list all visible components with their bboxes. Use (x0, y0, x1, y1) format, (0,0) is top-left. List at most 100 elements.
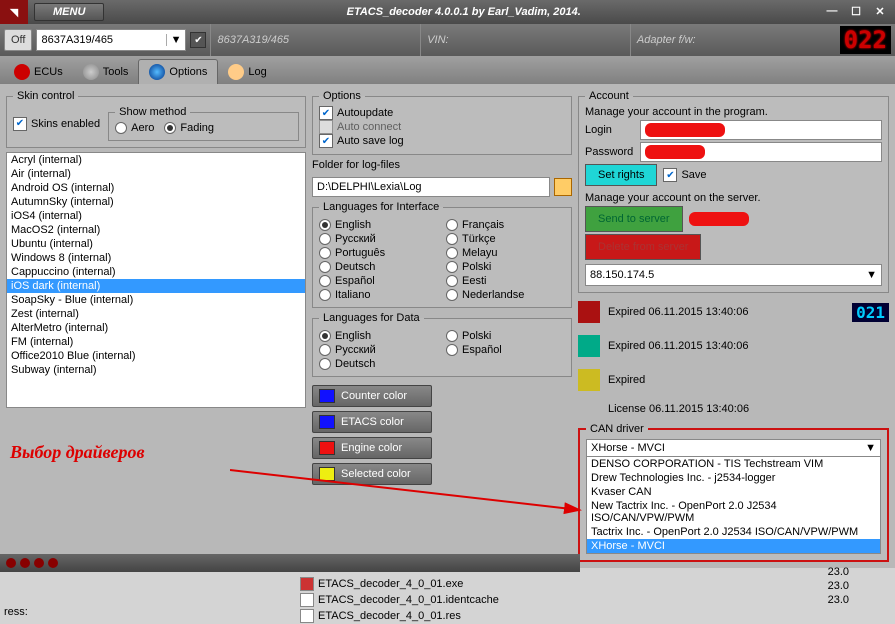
lang-radio[interactable]: Français (446, 219, 565, 231)
part-label: 8637A319/465 (210, 24, 416, 56)
skin-control-group: Skin control ✔Skins enabled Show method … (6, 90, 306, 148)
maximize-button[interactable]: ☐ (847, 5, 865, 19)
can-option[interactable]: New Tactrix Inc. - OpenPort 2.0 J2534 IS… (587, 499, 880, 525)
status-dot-icon (6, 558, 16, 568)
status-dot-icon (48, 558, 58, 568)
skin-list-item[interactable]: iOS dark (internal) (7, 279, 305, 293)
lang-radio[interactable]: Deutsch (319, 358, 438, 370)
skin-list[interactable]: Acryl (internal)Air (internal)Android OS… (6, 152, 306, 408)
file-icon (300, 609, 314, 623)
lang-radio[interactable]: Português (319, 247, 438, 259)
file-name[interactable]: ETACS_decoder_4_0_01.exe (318, 578, 463, 590)
lang-radio[interactable]: Русский (319, 344, 438, 356)
aero-radio[interactable]: Aero (115, 122, 154, 134)
etacs-color-button[interactable]: ETACS color (312, 411, 432, 433)
skin-legend: Skin control (13, 90, 78, 102)
account-info: Manage your account in the program. (585, 106, 882, 118)
skin-list-item[interactable]: AutumnSky (internal) (7, 195, 305, 209)
lang-radio[interactable]: Türkçe (446, 233, 565, 245)
skin-list-item[interactable]: SoapSky - Blue (internal) (7, 293, 305, 307)
off-button[interactable]: Off (4, 29, 32, 51)
can-option[interactable]: XHorse - MVCI (587, 539, 880, 553)
close-button[interactable]: ✕ (871, 5, 889, 19)
send-server-button[interactable]: Send to server (585, 206, 683, 232)
skin-list-item[interactable]: Cappuccino (internal) (7, 265, 305, 279)
lang-radio[interactable]: Eesti (446, 275, 565, 287)
lang-radio[interactable]: Polski (446, 330, 565, 342)
ip-combo[interactable]: 88.150.174.5▼ (585, 264, 882, 286)
lang-radio[interactable]: Italiano (319, 289, 438, 301)
menu-button[interactable]: MENU (34, 3, 104, 21)
app-logo-icon: ◥ (0, 0, 28, 24)
counter-display: 022 (840, 26, 891, 54)
skin-list-item[interactable]: AlterMetro (internal) (7, 321, 305, 335)
engine-color-button[interactable]: Engine color (312, 437, 432, 459)
autoconnect-checkbox: Auto connect (319, 120, 565, 134)
file-icon (300, 593, 314, 607)
can-option[interactable]: Kvaser CAN (587, 485, 880, 499)
skin-list-item[interactable]: Windows 8 (internal) (7, 251, 305, 265)
show-method-group: Show method Aero Fading (108, 106, 299, 141)
adapter-label: Adapter f/w: (630, 24, 836, 56)
can-option[interactable]: DENSO CORPORATION - TIS Techstream VIM (587, 457, 880, 471)
autosave-checkbox[interactable]: ✔Auto save log (319, 134, 565, 148)
tab-log[interactable]: Log (218, 60, 276, 84)
save-checkbox[interactable]: ✔Save (663, 168, 706, 182)
tab-tools[interactable]: Tools (73, 60, 139, 84)
fading-radio[interactable]: Fading (164, 122, 214, 134)
skin-list-item[interactable]: Zest (internal) (7, 307, 305, 321)
minimize-button[interactable]: — (823, 5, 841, 19)
skins-enabled-checkbox[interactable]: ✔Skins enabled (13, 106, 100, 141)
lang-radio[interactable]: Deutsch (319, 261, 438, 273)
can-driver-group: CAN driver XHorse - MVCI▼ DENSO CORPORAT… (578, 423, 889, 562)
lang-radio[interactable]: English (319, 219, 438, 231)
status-dot-icon (34, 558, 44, 568)
lang-interface-group: Languages for Interface EnglishFrançaisР… (312, 201, 572, 308)
folder-input[interactable]: D:\DELPHI\Lexia\Log (312, 177, 550, 197)
lang-radio[interactable]: Русский (319, 233, 438, 245)
lang-radio[interactable]: Melayu (446, 247, 565, 259)
skin-list-item[interactable]: Android OS (internal) (7, 181, 305, 195)
status-icon (578, 335, 600, 357)
set-rights-button[interactable]: Set rights (585, 164, 657, 186)
login-input[interactable] (640, 120, 882, 140)
autoupdate-checkbox[interactable]: ✔Autoupdate (319, 106, 565, 120)
server-info: Manage your account on the server. (585, 192, 882, 204)
skin-list-item[interactable]: Ubuntu (internal) (7, 237, 305, 251)
lang-radio[interactable]: English (319, 330, 438, 342)
lang-radio[interactable]: Polski (446, 261, 565, 273)
part-checkbox[interactable]: ✔ (190, 32, 206, 48)
password-input[interactable] (640, 142, 882, 162)
can-driver-dropdown[interactable]: XHorse - MVCI ▼ DENSO CORPORATION - TIS T… (586, 439, 881, 554)
skin-list-item[interactable]: Subway (internal) (7, 363, 305, 377)
annotation-text: Выбор драйверов (6, 412, 306, 467)
chevron-down-icon: ▼ (866, 269, 877, 281)
file-name[interactable]: ETACS_decoder_4_0_01.res (318, 610, 461, 622)
options-group: Options ✔Autoupdate Auto connect ✔Auto s… (312, 90, 572, 155)
tab-options[interactable]: Options (138, 59, 218, 84)
can-option[interactable]: Tactrix Inc. - OpenPort 2.0 J2534 ISO/CA… (587, 525, 880, 539)
delete-server-button[interactable]: Delete from server (585, 234, 701, 260)
lang-data-group: Languages for Data EnglishPolskiРусскийE… (312, 312, 572, 377)
lang-radio[interactable]: Nederlandse (446, 289, 565, 301)
file-name[interactable]: ETACS_decoder_4_0_01.identcache (318, 594, 499, 606)
skin-list-item[interactable]: iOS4 (internal) (7, 209, 305, 223)
skin-list-item[interactable]: FM (internal) (7, 335, 305, 349)
part-combo[interactable]: 8637A319/465 ▼ (36, 29, 186, 51)
redacted-icon (689, 212, 749, 226)
lang-radio[interactable]: Español (319, 275, 438, 287)
skin-list-item[interactable]: Air (internal) (7, 167, 305, 181)
can-option[interactable]: Drew Technologies Inc. - j2534-logger (587, 471, 880, 485)
folder-icon[interactable] (554, 178, 572, 196)
counter-color-button[interactable]: Counter color (312, 385, 432, 407)
tab-ecus[interactable]: ECUs (4, 60, 73, 84)
selected-color-button[interactable]: Selected color (312, 463, 432, 485)
status-dot-icon (20, 558, 30, 568)
status-text: Expired (608, 374, 645, 386)
skin-list-item[interactable]: MacOS2 (internal) (7, 223, 305, 237)
skin-list-item[interactable]: Office2010 Blue (internal) (7, 349, 305, 363)
chevron-down-icon: ▼ (865, 442, 876, 454)
skin-list-item[interactable]: Acryl (internal) (7, 153, 305, 167)
lang-radio[interactable]: Español (446, 344, 565, 356)
desktop-fragment: ress: (4, 606, 28, 618)
